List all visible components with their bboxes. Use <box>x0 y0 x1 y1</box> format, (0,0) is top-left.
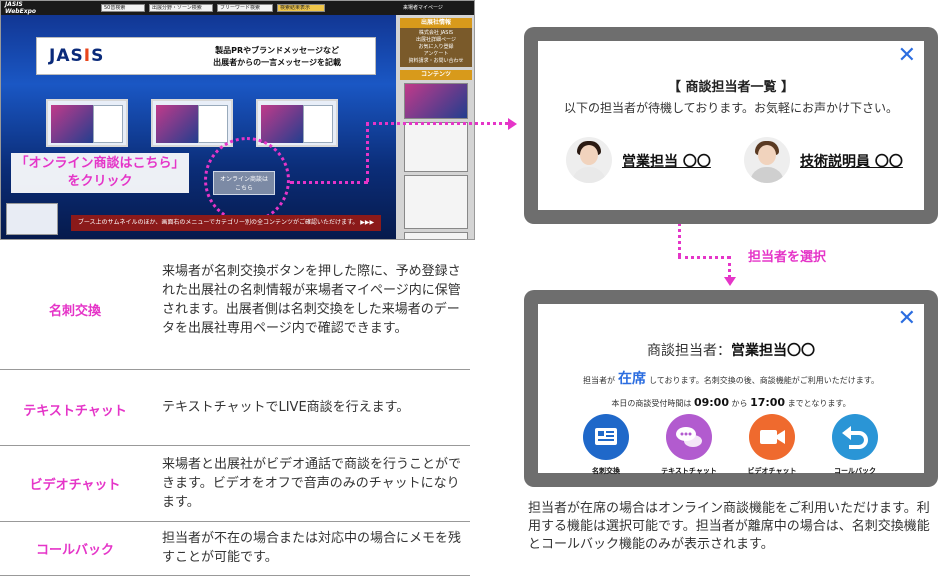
close-icon[interactable]: ✕ <box>898 45 916 67</box>
feature-description: 来場者が名刺交換ボタンを押した際に、予め登録された出展社の名刺情報が来場者マイペ… <box>162 264 461 336</box>
feature-name: コールバック <box>35 543 114 558</box>
click-callout: 「オンライン商談はこちら」 をクリック <box>11 153 189 193</box>
highlight-circle <box>204 137 290 223</box>
availability-note: 担当者が在席の場合はオンライン商談機能をご利用いただけます。利用する機能は選択可… <box>528 501 930 552</box>
business-card-button[interactable]: 名刺交換 <box>571 414 641 476</box>
menu-50on-search[interactable]: 50音検索 <box>101 4 145 12</box>
banner-message: 製品PRやブランドメッセージなど 出展者からの一言メッセージを記載 <box>213 46 341 67</box>
status-line: 担当者が 在席 しております。名刺交換の後、商談機能がご利用いただけます。 <box>583 371 879 387</box>
booth-panel[interactable] <box>151 99 233 147</box>
feature-row-text-chat: テキストチャット テキストチャットでLIVE商談を行えます。 <box>0 370 470 446</box>
booth-screenshot: JASIS WebExpo 50音検索 出展分野・ゾーン検索 フリーワード検索 … <box>0 0 475 240</box>
sidebar-link[interactable]: お気に入り登録 <box>400 44 472 51</box>
content-thumbnail[interactable] <box>404 122 468 172</box>
callback-arrow-icon <box>832 414 878 460</box>
feature-name: 名刺交換 <box>48 304 101 319</box>
mini-map[interactable] <box>6 203 58 235</box>
arrow-down-icon <box>724 277 736 286</box>
feature-name: テキストチャット <box>23 404 127 419</box>
mypage-link[interactable]: 来場者マイページ <box>403 4 443 11</box>
sidebar-heading: 出展社情報 <box>400 18 472 28</box>
dotted-connector <box>366 122 508 125</box>
modal-title: 【 商談担当者一覧 】 <box>667 80 795 95</box>
feature-description: 来場者と出展社がビデオ通話で商談を行うことができます。ビデオをオフで音声のみのチ… <box>162 457 462 510</box>
dotted-connector <box>678 256 730 259</box>
booth-panel[interactable] <box>256 99 338 147</box>
rep-name-link[interactable]: 技術説明員 〇〇 <box>800 151 903 171</box>
dotted-connector <box>290 181 368 184</box>
rep-detail-modal-frame: ✕ 商談担当者：営業担当〇〇 担当者が 在席 しております。名刺交換の後、商談機能が… <box>524 290 938 487</box>
callback-button[interactable]: コールバック <box>820 414 890 476</box>
feature-name: ビデオチャット <box>29 478 121 493</box>
sidebar-link[interactable]: 資料請求・お問い合わせ <box>400 58 472 65</box>
close-icon[interactable]: ✕ <box>898 308 916 330</box>
sidebar-link[interactable]: 出展社詳細ページ <box>400 37 472 44</box>
booth-panel[interactable] <box>46 99 128 147</box>
sidebar-link[interactable]: アンケート <box>400 51 472 58</box>
status-badge: 在席 <box>618 371 647 387</box>
jasis-logo: JASIS <box>49 46 105 66</box>
bottom-message-bar: ブース上のサムネイルのほか、画面右のメニューでカテゴリー別の全コンテンツがご確認… <box>71 215 381 231</box>
video-camera-icon <box>749 414 795 460</box>
webexpo-logo: JASIS WebExpo <box>5 1 36 15</box>
sidebar-link[interactable]: 株式会社 JASIS <box>400 30 472 37</box>
modal-title: 商談担当者：営業担当〇〇 <box>647 343 815 359</box>
booth-sidebar: 出展社情報 株式会社 JASIS 出展社詳細ページ お気に入り登録 アンケート … <box>396 15 474 239</box>
rep-detail-modal: ✕ 商談担当者：営業担当〇〇 担当者が 在席 しております。名刺交換の後、商談機能が… <box>538 304 924 476</box>
arrow-right-icon <box>508 118 517 130</box>
text-chat-button[interactable]: テキストチャット <box>654 414 724 476</box>
modal-subtitle: 以下の担当者が待機しております。お気軽にお声かけ下さい。 <box>563 101 899 115</box>
contents-heading: コンテンツ <box>400 70 472 80</box>
rep-name-link[interactable]: 営業担当 〇〇 <box>622 151 711 171</box>
rep-list-modal: ✕ 【 商談担当者一覧 】 以下の担当者が待機しております。お気軽にお声かけ下さ… <box>538 41 924 210</box>
feature-description: テキストチャットでLIVE商談を行えます。 <box>162 400 410 415</box>
chat-bubbles-icon <box>666 414 712 460</box>
dotted-connector <box>728 256 731 278</box>
feature-description: 担当者が不在の場合または対応中の場合にメモを残すことが可能です。 <box>162 531 462 565</box>
content-thumbnail[interactable] <box>404 175 468 229</box>
sidebar-links: 株式会社 JASIS 出展社詳細ページ お気に入り登録 アンケート 資料請求・お… <box>400 28 472 67</box>
avatar <box>566 137 612 183</box>
video-chat-button[interactable]: ビデオチャット <box>737 414 807 476</box>
rep-list-modal-frame: ✕ 【 商談担当者一覧 】 以下の担当者が待機しております。お気軽にお声かけ下さ… <box>524 27 938 224</box>
avatar <box>744 137 790 183</box>
business-card-icon <box>583 414 629 460</box>
dotted-connector <box>366 122 369 182</box>
hours-line: 本日の商談受付時間は 09:00 から 17:00 までとなります。 <box>611 396 851 409</box>
select-rep-label: 担当者を選択 <box>748 250 827 265</box>
content-thumbnail[interactable] <box>404 232 468 239</box>
feature-row-business-card: 名刺交換 来場者が名刺交換ボタンを押した際に、予め登録された出展社の名刺情報が来… <box>0 248 470 370</box>
menu-search-results[interactable]: 検索結果表示 <box>277 4 325 12</box>
menu-category-search[interactable]: 出展分野・ゾーン検索 <box>149 4 213 12</box>
feature-row-callback: コールバック 担当者が不在の場合または対応中の場合にメモを残すことが可能です。 <box>0 522 470 576</box>
content-thumbnail[interactable] <box>404 83 468 119</box>
booth-banner: JASIS 製品PRやブランドメッセージなど 出展者からの一言メッセージを記載 <box>36 37 376 75</box>
menu-freeword-search[interactable]: フリーワード検索 <box>217 4 273 12</box>
feature-row-video-chat: ビデオチャット 来場者と出展社がビデオ通話で商談を行うことができます。ビデオをオ… <box>0 446 470 522</box>
